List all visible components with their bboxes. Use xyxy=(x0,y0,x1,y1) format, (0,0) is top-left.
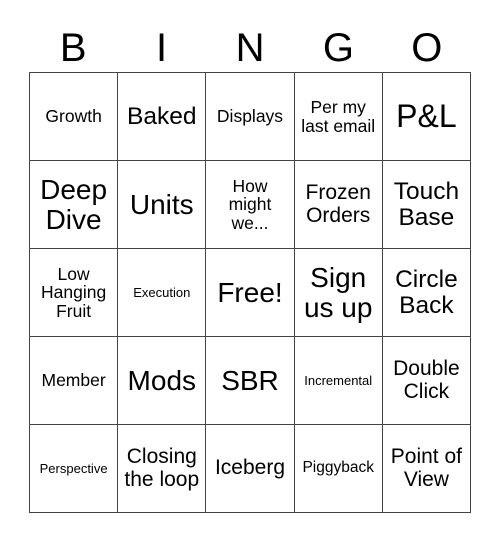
bingo-cell[interactable]: Execution xyxy=(118,249,207,337)
bingo-cell-label: How might we... xyxy=(228,175,272,233)
bingo-cell-label: Low Hanging Fruit xyxy=(40,263,107,321)
bingo-header-letter-n: N xyxy=(235,26,265,70)
bingo-cell[interactable]: Closing the loop xyxy=(118,425,207,513)
bingo-cell-label: Per my last email xyxy=(301,96,376,136)
bingo-cell[interactable]: Double Click xyxy=(382,337,471,425)
bingo-cell[interactable]: Low Hanging Fruit xyxy=(30,249,119,337)
bingo-cell[interactable]: Circle Back xyxy=(382,249,471,337)
bingo-header-letter-g: G xyxy=(322,26,354,70)
bingo-cell-free-space[interactable]: Free! xyxy=(206,249,295,337)
bingo-cell-label: Member xyxy=(41,370,106,391)
bingo-cell-label: Incremental xyxy=(304,372,373,388)
bingo-cell[interactable]: Point of View xyxy=(382,425,471,513)
bingo-cell-label: Units xyxy=(129,188,194,220)
bingo-cell[interactable]: SBR xyxy=(206,337,295,425)
bingo-cell-label: Piggyback xyxy=(302,459,374,477)
bingo-cell-label: P&L xyxy=(396,97,457,134)
bingo-header-letter-b: B xyxy=(59,26,87,70)
bingo-cell-label: Sign us up xyxy=(303,261,373,323)
bingo-cell-label: Deep Dive xyxy=(40,173,108,235)
bingo-cell[interactable]: Growth xyxy=(30,73,119,161)
bingo-header-letter-o: O xyxy=(411,26,443,70)
bingo-cell-label: Mods xyxy=(127,364,197,396)
bingo-cell-label: Iceberg xyxy=(214,456,286,480)
bingo-cell-label: Double Click xyxy=(393,357,460,403)
bingo-cell-label: Perspective xyxy=(39,460,108,476)
bingo-cell[interactable]: P&L xyxy=(382,73,471,161)
bingo-header: B I N G O xyxy=(29,14,471,72)
bingo-cell[interactable]: Frozen Orders xyxy=(294,161,383,249)
bingo-cell[interactable]: Deep Dive xyxy=(30,161,119,249)
bingo-cell-label: Execution xyxy=(133,284,191,300)
bingo-cell[interactable]: Units xyxy=(118,161,207,249)
bingo-cell-label: Touch Base xyxy=(393,177,460,231)
bingo-cell[interactable]: Per my last email xyxy=(294,73,383,161)
bingo-header-letter-i: I xyxy=(156,26,168,70)
bingo-cell[interactable]: Touch Base xyxy=(382,161,471,249)
bingo-cell[interactable]: How might we... xyxy=(206,161,295,249)
bingo-cell[interactable]: Incremental xyxy=(294,337,383,425)
bingo-cell[interactable]: Sign us up xyxy=(294,249,383,337)
bingo-cell[interactable]: Mods xyxy=(118,337,207,425)
bingo-cell-label: Free! xyxy=(217,276,283,308)
bingo-cell-label: SBR xyxy=(221,364,279,396)
bingo-cell[interactable]: Perspective xyxy=(30,425,119,513)
bingo-grid: Growth Baked Displays Per my last email … xyxy=(29,72,471,513)
bingo-card: B I N G O Growth Baked Displays Per my l… xyxy=(0,0,500,544)
bingo-cell[interactable]: Baked xyxy=(118,73,207,161)
bingo-cell[interactable]: Piggyback xyxy=(294,425,383,513)
bingo-cell-label: Point of View xyxy=(390,445,462,491)
bingo-cell[interactable]: Member xyxy=(30,337,119,425)
bingo-cell-label: Frozen Orders xyxy=(305,181,371,227)
bingo-cell-label: Growth xyxy=(45,106,102,127)
bingo-cell[interactable]: Displays xyxy=(206,73,295,161)
bingo-cell[interactable]: Iceberg xyxy=(206,425,295,513)
bingo-cell-label: Closing the loop xyxy=(124,445,200,491)
bingo-cell-label: Circle Back xyxy=(395,265,458,319)
bingo-cell-label: Baked xyxy=(127,102,197,130)
bingo-cell-label: Displays xyxy=(216,106,284,127)
